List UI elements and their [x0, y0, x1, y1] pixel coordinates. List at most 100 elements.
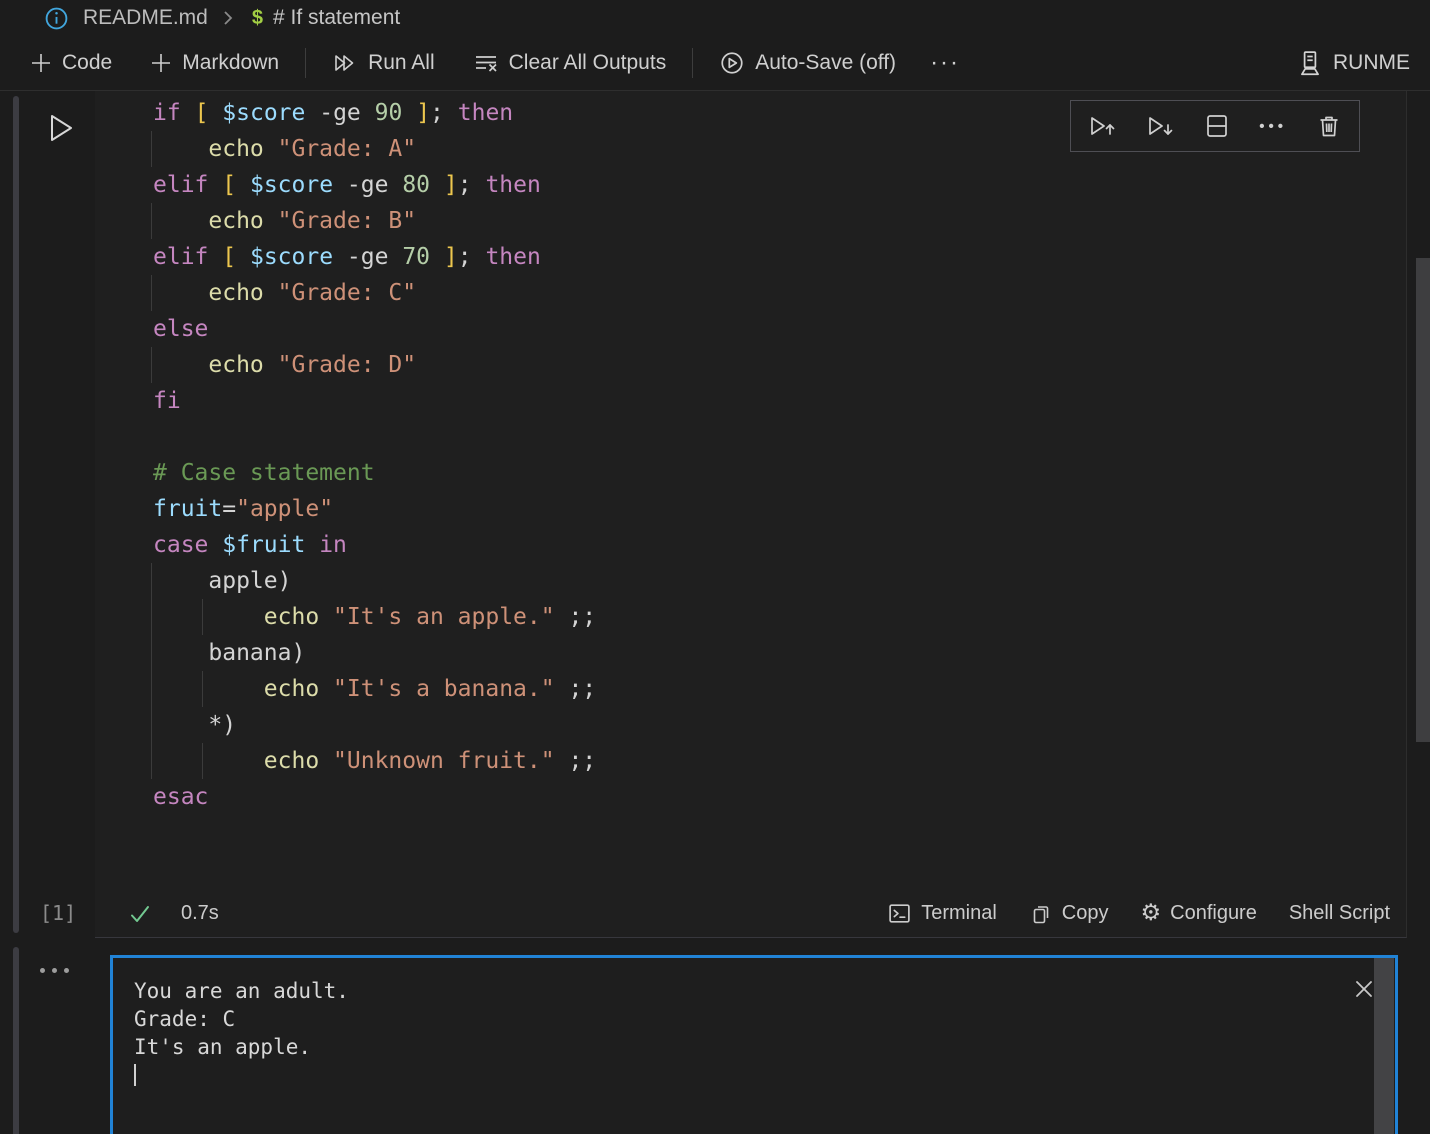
code-token: $score: [222, 100, 305, 126]
code-token: then: [485, 244, 540, 270]
code-token: in: [319, 532, 347, 558]
code-token: -ge: [333, 172, 402, 198]
code-line[interactable]: [95, 419, 1406, 455]
code-cell[interactable]: if [ $score -ge 90 ]; then echo "Grade: …: [95, 91, 1407, 938]
code-line[interactable]: fruit="apple": [95, 491, 1406, 527]
code-line[interactable]: elif [ $score -ge 80 ]; then: [95, 167, 1406, 203]
run-cell-button[interactable]: [44, 109, 78, 147]
code-token: fruit: [153, 496, 222, 522]
code-token: echo: [264, 676, 319, 702]
code-token: [305, 532, 319, 558]
toolbar-separator: [305, 48, 306, 78]
add-code-cell-button[interactable]: Code: [26, 45, 116, 81]
code-token: "Grade: B": [278, 208, 416, 234]
configure-button[interactable]: ⚙ Configure: [1141, 902, 1257, 925]
breadcrumb-symbol[interactable]: $: [252, 7, 263, 30]
runme-button[interactable]: RUNME: [1293, 44, 1414, 83]
split-cell-button[interactable]: [1203, 112, 1231, 140]
code-token: then: [485, 172, 540, 198]
code-token: =: [222, 496, 236, 522]
code-token: ;;: [555, 748, 597, 774]
plus-icon: [30, 52, 52, 74]
output-scrollbar-thumb[interactable]: [1374, 958, 1394, 1134]
copy-icon: [1029, 902, 1053, 926]
auto-save-button[interactable]: Auto-Save (off): [715, 44, 900, 82]
language-picker[interactable]: Shell Script: [1289, 902, 1390, 925]
code-line[interactable]: echo "Unknown fruit." ;;: [95, 743, 1406, 779]
execute-above-cells-button[interactable]: [1087, 112, 1117, 140]
code-token: fi: [153, 388, 181, 414]
execute-cell-and-below-button[interactable]: [1145, 112, 1175, 140]
code-token: apple): [153, 568, 291, 594]
code-token: ;: [458, 244, 486, 270]
delete-cell-button[interactable]: [1315, 112, 1343, 140]
code-token: elif: [153, 172, 208, 198]
copy-output-button[interactable]: Copy: [1029, 902, 1109, 926]
code-token: [: [222, 244, 236, 270]
code-line[interactable]: fi: [95, 383, 1406, 419]
code-line[interactable]: echo "It's an apple." ;;: [95, 599, 1406, 635]
code-token: [264, 352, 278, 378]
notebook-scrollbar-thumb[interactable]: [1416, 258, 1430, 742]
terminal-output[interactable]: You are an adult.Grade: CIt's an apple.: [113, 958, 1395, 1093]
indent-guide: [151, 275, 152, 311]
chevron-right-icon: [220, 9, 236, 27]
code-line[interactable]: # Case statement: [95, 455, 1406, 491]
code-token: 80: [402, 172, 430, 198]
notebook-toolbar: Code Markdown Run All: [0, 36, 1430, 91]
indent-guide: [151, 635, 152, 671]
code-token: banana): [153, 640, 305, 666]
code-line[interactable]: *): [95, 707, 1406, 743]
code-token: ;: [430, 100, 458, 126]
code-token: [153, 352, 208, 378]
code-line[interactable]: else: [95, 311, 1406, 347]
code-token: [264, 136, 278, 162]
output-menu-button[interactable]: [36, 964, 73, 977]
code-token: [208, 244, 222, 270]
indent-guide: [151, 743, 152, 779]
toolbar-more-actions-button[interactable]: ···: [926, 43, 964, 83]
code-token: [153, 208, 208, 234]
code-token: "Grade: A": [278, 136, 416, 162]
plus-icon: [150, 52, 172, 74]
code-token: [: [222, 172, 236, 198]
code-token: ;;: [555, 604, 597, 630]
code-token: ;;: [555, 676, 597, 702]
code-token: $fruit: [222, 532, 305, 558]
code-token: [236, 172, 250, 198]
indent-guide: [202, 671, 203, 707]
code-line[interactable]: esac: [95, 779, 1406, 815]
code-line[interactable]: banana): [95, 635, 1406, 671]
code-line[interactable]: elif [ $score -ge 70 ]; then: [95, 239, 1406, 275]
code-token: # Case statement: [153, 460, 375, 486]
clear-all-outputs-button[interactable]: Clear All Outputs: [469, 45, 671, 81]
code-line[interactable]: echo "Grade: B": [95, 203, 1406, 239]
code-token: ;: [458, 172, 486, 198]
code-editor[interactable]: if [ $score -ge 90 ]; then echo "Grade: …: [95, 91, 1406, 815]
terminal-button[interactable]: Terminal: [887, 901, 997, 926]
breadcrumb-file[interactable]: README.md: [83, 6, 208, 30]
output-line: You are an adult.: [134, 977, 1395, 1005]
code-line[interactable]: apple): [95, 563, 1406, 599]
code-line[interactable]: case $fruit in: [95, 527, 1406, 563]
cell-output[interactable]: You are an adult.Grade: CIt's an apple.: [110, 955, 1398, 1134]
cell-focus-indicator[interactable]: [13, 96, 19, 933]
code-line[interactable]: echo "Grade: C": [95, 275, 1406, 311]
indent-guide: [151, 563, 152, 599]
run-all-button[interactable]: Run All: [328, 45, 439, 81]
info-icon[interactable]: [44, 6, 69, 31]
code-token: [153, 676, 264, 702]
output-focus-indicator[interactable]: [13, 947, 19, 1134]
cell-toolbar: •••: [1070, 100, 1360, 152]
code-line[interactable]: echo "It's a banana." ;;: [95, 671, 1406, 707]
cell-more-actions-button[interactable]: •••: [1259, 118, 1287, 135]
code-token: [208, 532, 222, 558]
code-token: [430, 244, 444, 270]
code-line[interactable]: echo "Grade: D": [95, 347, 1406, 383]
breadcrumb-section[interactable]: # If statement: [273, 6, 400, 30]
code-token: echo: [208, 136, 263, 162]
indent-guide: [151, 203, 152, 239]
code-token: "apple": [236, 496, 333, 522]
add-markdown-cell-button[interactable]: Markdown: [146, 45, 283, 81]
cell-status-bar: 0.7s Terminal: [95, 890, 1406, 937]
